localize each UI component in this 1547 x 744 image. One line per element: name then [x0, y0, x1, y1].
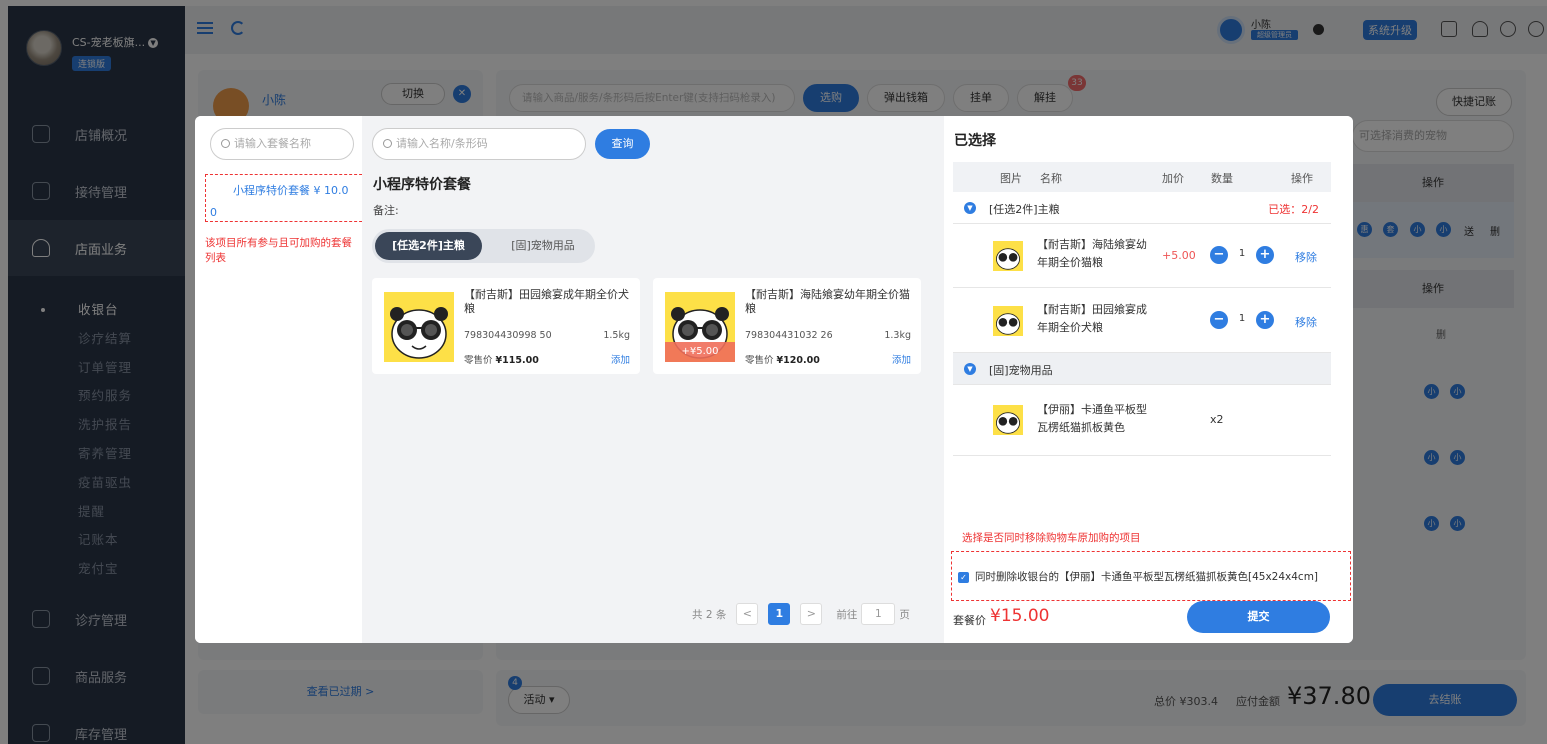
- header-image: 图片: [1000, 172, 1022, 185]
- page-number-current[interactable]: 1: [768, 603, 791, 625]
- chevron-down-icon[interactable]: ▼: [964, 363, 976, 375]
- chevron-down-icon[interactable]: ▼: [964, 202, 976, 214]
- selected-item-row: 【伊丽】卡通鱼平板型瓦楞纸猫抓板黄色 x2: [953, 385, 1331, 456]
- remove-item-button[interactable]: 移除: [1295, 314, 1317, 330]
- minus-icon[interactable]: −: [1210, 246, 1228, 264]
- search-icon: [383, 139, 392, 148]
- package-price-value: ¥15.00: [990, 606, 1050, 626]
- product-image: +¥5.00: [665, 292, 735, 362]
- goto-page-input[interactable]: 1: [861, 603, 896, 625]
- query-button[interactable]: 查询: [595, 129, 650, 159]
- product-name: 【耐吉斯】田园飨宴成年期全价犬粮: [464, 288, 629, 315]
- group-tabs: [任选2件]主粮 [固]宠物用品: [372, 229, 595, 263]
- product-price-label: 零售价: [464, 355, 493, 366]
- panda-logo-icon: [996, 313, 1020, 335]
- package-modal: 请输入套餐名称 小程序特价套餐 ¥ 10.0 0 该项目所有参与且可加购的套餐列…: [195, 116, 1353, 643]
- selected-item-row: 【耐吉斯】海陆飨宴幼年期全价猫粮 +5.00 − 1 + 移除: [953, 224, 1331, 288]
- item-thumbnail: [993, 405, 1023, 435]
- package-item-name: 小程序特价套餐 ¥ 10.0: [233, 184, 349, 197]
- group-name: [任选2件]主粮: [989, 203, 1060, 216]
- group-row[interactable]: ▼ [固]宠物用品: [953, 353, 1331, 385]
- product-card: +¥5.00 【耐吉斯】海陆飨宴幼年期全价猫粮 798304431032 26 …: [653, 278, 921, 374]
- tab-staple-food[interactable]: [任选2件]主粮: [375, 232, 482, 260]
- package-products-column: 请输入名称/条形码 查询 小程序特价套餐 备注: [任选2件]主粮 [固]宠物用…: [362, 116, 944, 643]
- remove-from-cart-checkbox[interactable]: ✓: [958, 572, 969, 583]
- search-icon: [221, 139, 230, 148]
- submit-button[interactable]: 提交: [1187, 601, 1330, 633]
- item-search-input[interactable]: 请输入名称/条形码: [372, 128, 586, 160]
- header-op: 操作: [1291, 172, 1313, 185]
- product-price-label: 零售价: [745, 355, 774, 366]
- product-price: ¥115.00: [495, 355, 539, 366]
- product-weight: 1.3kg: [884, 330, 911, 341]
- selected-title: 已选择: [954, 133, 996, 149]
- price-markup-tag: +¥5.00: [665, 342, 735, 362]
- product-card: 【耐吉斯】田园飨宴成年期全价犬粮 798304430998 50 1.5kg 零…: [372, 278, 640, 374]
- product-barcode: 798304431032 26: [745, 330, 833, 341]
- item-name: 【伊丽】卡通鱼平板型瓦楞纸猫抓板黄色: [1037, 403, 1147, 434]
- selected-table-header: 图片 名称 加价 数量 操作: [953, 162, 1331, 192]
- plus-icon[interactable]: +: [1256, 246, 1274, 264]
- package-annotation: 该项目所有参与且可加购的套餐列表: [205, 237, 352, 264]
- package-search-input[interactable]: 请输入套餐名称: [210, 128, 354, 160]
- product-image: [384, 292, 454, 362]
- product-price: ¥120.00: [776, 355, 820, 366]
- selected-item-row: 【耐吉斯】田园飨宴成年期全价犬粮 − 1 + 移除: [953, 289, 1331, 353]
- group-name: [固]宠物用品: [989, 364, 1053, 377]
- remove-from-cart-label[interactable]: 同时删除收银台的【伊丽】卡通鱼平板型瓦楞纸猫抓板黄色[45x24x4cm]: [975, 569, 1318, 584]
- item-name: 【耐吉斯】海陆飨宴幼年期全价猫粮: [1037, 238, 1147, 269]
- header-name: 名称: [1040, 172, 1062, 185]
- header-qty: 数量: [1211, 172, 1233, 185]
- pagination: 共 2 条 < 1 > 前往 1 页: [692, 603, 910, 625]
- add-product-button[interactable]: 添加: [892, 352, 911, 366]
- product-name: 【耐吉斯】海陆飨宴幼年期全价猫粮: [745, 288, 910, 315]
- header-extra: 加价: [1162, 172, 1184, 185]
- package-item-name-wrap: 0: [210, 206, 217, 219]
- package-price-label: 套餐价: [953, 614, 986, 627]
- panda-logo-icon: [390, 307, 448, 359]
- package-list-column: 请输入套餐名称 小程序特价套餐 ¥ 10.0 0 该项目所有参与且可加购的套餐列…: [195, 116, 377, 643]
- item-thumbnail: [993, 306, 1023, 336]
- pagination-total: 共 2 条: [692, 608, 727, 621]
- quantity-stepper: − 1 +: [1210, 246, 1274, 264]
- remove-item-button[interactable]: 移除: [1295, 249, 1317, 265]
- quantity-value[interactable]: 1: [1232, 248, 1252, 259]
- page-unit-label: 页: [899, 608, 910, 621]
- selected-column: 已选择 图片 名称 加价 数量 操作 ▼ [任选2件]主粮 已选：2/2 【耐吉…: [944, 116, 1353, 643]
- package-list-item[interactable]: 小程序特价套餐 ¥ 10.0 0: [205, 174, 377, 222]
- item-name: 【耐吉斯】田园飨宴成年期全价犬粮: [1037, 303, 1147, 334]
- item-thumbnail: [993, 241, 1023, 271]
- add-product-button[interactable]: 添加: [611, 352, 630, 366]
- item-extra-price: +5.00: [1162, 249, 1196, 262]
- item-fixed-qty: x2: [1210, 413, 1224, 426]
- package-title: 小程序特价套餐: [373, 177, 471, 193]
- plus-icon[interactable]: +: [1256, 311, 1274, 329]
- remove-hint-annotation: 选择是否同时移除购物车原加购的项目: [962, 532, 1141, 544]
- next-page-button[interactable]: >: [800, 603, 823, 625]
- product-weight: 1.5kg: [603, 330, 630, 341]
- package-remark: 备注:: [373, 204, 399, 217]
- product-barcode: 798304430998 50: [464, 330, 552, 341]
- quantity-value[interactable]: 1: [1232, 313, 1252, 324]
- prev-page-button[interactable]: <: [736, 603, 759, 625]
- quantity-stepper: − 1 +: [1210, 311, 1274, 329]
- panda-logo-icon: [996, 412, 1020, 434]
- minus-icon[interactable]: −: [1210, 311, 1228, 329]
- group-row[interactable]: ▼ [任选2件]主粮 已选：2/2: [953, 192, 1331, 224]
- tab-pet-supplies[interactable]: [固]宠物用品: [497, 232, 589, 260]
- group-selected-count: 已选：2/2: [1268, 203, 1319, 216]
- remove-from-cart-option: ✓ 同时删除收银台的【伊丽】卡通鱼平板型瓦楞纸猫抓板黄色[45x24x4cm]: [951, 551, 1351, 601]
- panda-logo-icon: [996, 248, 1020, 270]
- goto-label: 前往: [836, 608, 858, 621]
